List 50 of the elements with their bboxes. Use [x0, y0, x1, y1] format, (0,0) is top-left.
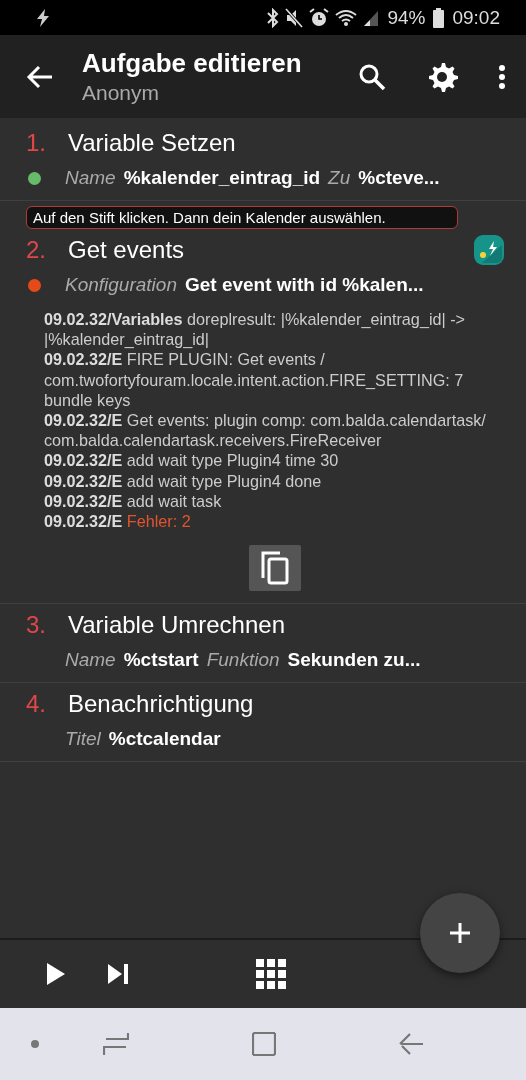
- action-title[interactable]: Variable Umrechnen: [68, 611, 504, 640]
- parameter-value: Sekunden zu...: [287, 649, 421, 672]
- action-title[interactable]: Variable Setzen: [68, 129, 504, 157]
- parameter-value: %kalender_eintrag_id: [123, 167, 321, 189]
- recent-apps-icon[interactable]: [103, 1031, 129, 1057]
- clock-time: 09:02: [452, 6, 500, 29]
- action-number: 1.: [26, 129, 47, 157]
- parameter-label: Name: [65, 649, 116, 672]
- parameter-value: Get event with id %kalen...: [184, 274, 424, 296]
- parameter-label: Zu: [328, 167, 351, 189]
- battery-icon: [433, 7, 445, 28]
- play-icon[interactable]: [46, 962, 66, 986]
- wifi-icon: [335, 8, 358, 27]
- action-number: 3.: [26, 611, 47, 640]
- parameter-label: Konfiguration: [65, 274, 177, 296]
- more-icon[interactable]: [498, 63, 506, 90]
- settings-icon[interactable]: [426, 60, 458, 93]
- screen-subtitle: Anonym: [82, 79, 160, 106]
- parameter-value: %cteve...: [358, 167, 440, 189]
- parameter-label: Titel: [65, 728, 101, 751]
- flash-icon: [36, 8, 50, 27]
- bluetooth-icon: [267, 7, 280, 28]
- skip-next-icon[interactable]: [107, 963, 129, 985]
- comment-label: Auf den Stift klicken. Dann dein Kalender auswählen.: [26, 206, 458, 229]
- log-line: 09.02.32/E add wait type Plugin4 done: [44, 470, 323, 491]
- battery-percentage: 94%: [387, 6, 426, 29]
- log-line: 09.02.32/E add wait task: [44, 490, 223, 512]
- action-number: 2.: [26, 236, 47, 264]
- search-icon[interactable]: [358, 62, 386, 91]
- plus-icon: [449, 922, 471, 944]
- plugin-icon: [474, 235, 504, 265]
- alarm-icon: [309, 7, 330, 28]
- parameter-label: Name: [65, 167, 116, 189]
- log-line: 09.02.32/E FIRE PLUGIN: Get events / com.twofortyfouram.locale.intent.action.FIRE_SETTING: 7 bundle keys: [44, 349, 465, 410]
- copy-button[interactable]: [249, 545, 301, 592]
- parameter-value: %ctcalendar: [108, 728, 221, 751]
- log-line: 09.02.32/E add wait type Plugin4 time 30: [44, 450, 340, 471]
- home-icon[interactable]: [252, 1032, 276, 1056]
- grid-icon[interactable]: [256, 959, 286, 989]
- parameter-value: %ctstart: [123, 649, 199, 672]
- mute-icon: [285, 7, 304, 28]
- parameter-label: Funktion: [206, 649, 280, 672]
- dot-icon[interactable]: [30, 1039, 40, 1049]
- log-line: 09.02.32/E Fehler: 2: [44, 511, 192, 532]
- action-title[interactable]: Get events: [68, 236, 474, 264]
- log-line: 09.02.32/Variables doreplresult: |%kalender_eintrag_id| -> |%kalender_eintrag_id|: [44, 309, 467, 350]
- copy-icon: [260, 550, 290, 587]
- action-title[interactable]: Benachrichtigung: [68, 690, 504, 719]
- screen-title: Aufgabe editieren: [82, 46, 303, 79]
- action-number: 4.: [26, 690, 47, 719]
